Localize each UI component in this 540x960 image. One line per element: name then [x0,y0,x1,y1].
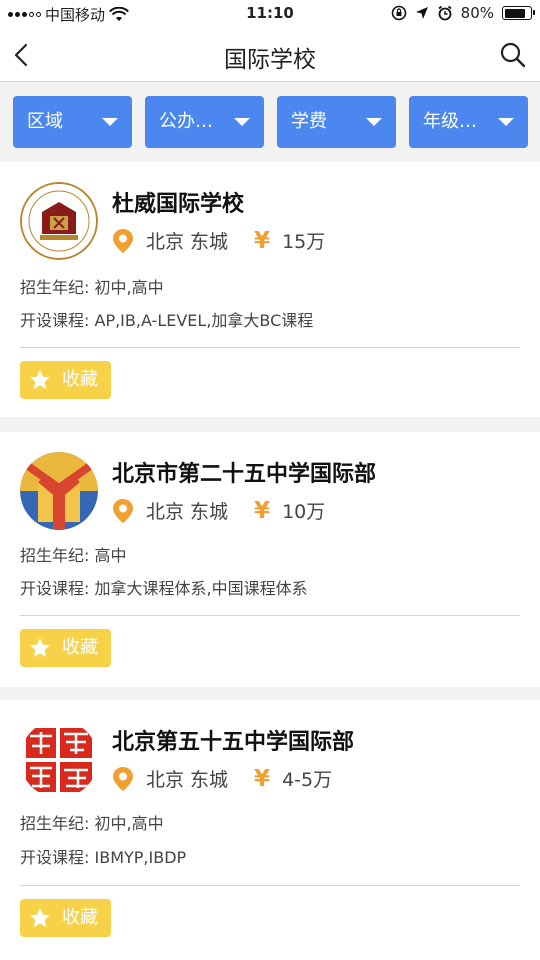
search-icon [500,42,526,68]
star-icon [30,908,50,927]
location-pin-icon [113,228,133,253]
school-name[interactable]: 北京市第二十五中学国际部 [112,456,376,488]
filter-label: 年级… [423,111,477,132]
courses-line: 开设课程: 加拿大课程体系,中国课程体系 [20,575,308,599]
star-icon [30,638,50,657]
grades-value: 初中,高中 [94,814,164,833]
courses-value: 加拿大课程体系,中国课程体系 [94,579,308,598]
school-logo [20,182,98,260]
favorite-button[interactable]: 收藏 [20,899,111,937]
yen-icon: ¥ [254,765,271,792]
courses-label: 开设课程: [20,848,90,867]
school-card[interactable]: 北京第五十五中学国际部 北京 东城 ¥ 4-5万 招生年纪: 初中,高中 开设课… [0,700,540,960]
favorite-label: 收藏 [62,637,98,658]
filter-bar: 区域 公办… 学费 年级… [0,83,540,161]
caret-down-icon [366,118,382,126]
school-name[interactable]: 北京第五十五中学国际部 [112,724,354,756]
school-meta: 北京 东城 ¥ 15万 [112,227,325,254]
page-title: 国际学校 [224,47,316,73]
school-location: 北京 东城 [146,231,229,253]
nav-bar: 国际学校 [0,28,540,82]
filter-school-type[interactable]: 公办… [145,96,264,148]
school-meta: 北京 东城 ¥ 4-5万 [112,765,332,792]
filter-region[interactable]: 区域 [13,96,132,148]
grades-label: 招生年纪: [20,278,90,297]
courses-line: 开设课程: AP,IB,A-LEVEL,加拿大BC课程 [20,307,313,331]
school-location: 北京 东城 [146,501,229,523]
location-pin-icon [113,498,133,523]
courses-value: AP,IB,A-LEVEL,加拿大BC课程 [94,311,314,330]
grades-value: 初中,高中 [94,278,164,297]
grades-label: 招生年纪: [20,814,90,833]
filter-label: 区域 [27,111,63,132]
grades-line: 招生年纪: 初中,高中 [20,810,164,834]
courses-value: IBMYP,IBDP [94,848,187,867]
favorite-button[interactable]: 收藏 [20,361,111,399]
grades-line: 招生年纪: 高中 [20,542,127,566]
grades-line: 招生年纪: 初中,高中 [20,274,164,298]
caret-down-icon [102,118,118,126]
school-fee: 15万 [282,231,326,253]
star-icon [30,370,50,389]
filter-label: 公办… [159,111,213,132]
divider [20,347,520,348]
school-logo [20,452,98,530]
battery-icon [502,6,535,20]
school-meta: 北京 东城 ¥ 10万 [112,497,325,524]
filter-grade[interactable]: 年级… [409,96,528,148]
school-name[interactable]: 杜威国际学校 [112,186,244,218]
school-card[interactable]: 北京市第二十五中学国际部 北京 东城 ¥ 10万 招生年纪: 高中 开设课程: … [0,432,540,687]
divider [20,885,520,886]
grades-label: 招生年纪: [20,546,90,565]
school-logo [20,720,98,798]
courses-label: 开设课程: [20,579,90,598]
status-right: 80% [391,4,535,22]
yen-icon: ¥ [254,497,271,524]
courses-label: 开设课程: [20,311,90,330]
divider [20,615,520,616]
courses-line: 开设课程: IBMYP,IBDP [20,844,186,868]
favorite-label: 收藏 [62,369,98,390]
school-fee: 10万 [282,501,326,523]
filter-tuition[interactable]: 学费 [277,96,396,148]
grades-value: 高中 [94,546,127,565]
yen-icon: ¥ [254,227,271,254]
alarm-icon [438,5,452,21]
favorite-button[interactable]: 收藏 [20,629,111,667]
caret-down-icon [234,118,250,126]
status-bar: 中国移动 11:10 80% [0,0,540,28]
school-location: 北京 东城 [146,769,229,791]
school-fee: 4-5万 [282,769,333,791]
location-pin-icon [113,766,133,791]
favorite-label: 收藏 [62,907,98,928]
caret-down-icon [498,118,514,126]
filter-label: 学费 [291,111,327,132]
search-button[interactable] [498,40,528,70]
battery-percent: 80% [460,4,494,22]
location-arrow-icon [415,7,428,19]
school-card[interactable]: 杜威国际学校 北京 东城 ¥ 15万 招生年纪: 初中,高中 开设课程: AP,… [0,162,540,417]
rotation-lock-icon [391,5,406,21]
